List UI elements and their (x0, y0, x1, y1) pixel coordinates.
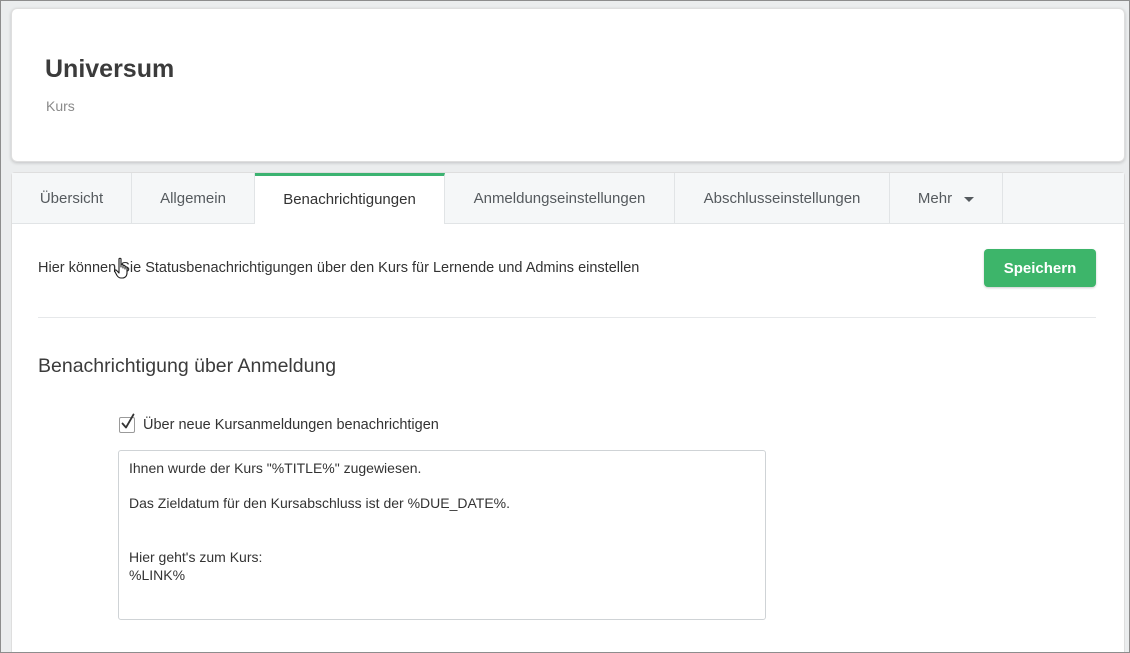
tab-anmeldungseinstellungen[interactable]: Anmeldungseinstellungen (445, 173, 675, 223)
settings-panel: Übersicht Allgemein Benachrichtigungen A… (11, 172, 1125, 652)
tab-label: Mehr (917, 189, 953, 207)
divider (38, 317, 1096, 318)
tab-mehr-dropdown[interactable]: Mehr (890, 173, 1003, 223)
tab-label: Anmeldungseinstellungen (473, 189, 646, 207)
tab-benachrichtigungen[interactable]: Benachrichtigungen (255, 173, 445, 224)
hand-pointer-cursor-icon (114, 257, 128, 279)
page-title: Universum (45, 55, 175, 83)
tab-uebersicht[interactable]: Übersicht (12, 173, 132, 223)
app-window: Universum Kurs Übersicht Allgemein Benac… (0, 0, 1130, 653)
message-line: Hier geht's zum Kurs: (129, 549, 263, 565)
message-line: %LINK% (129, 567, 186, 583)
save-button[interactable]: Speichern (984, 249, 1096, 287)
tab-label: Benachrichtigungen (283, 190, 416, 208)
tab-label: Übersicht (39, 189, 104, 207)
tab-abschlusseinstellungen[interactable]: Abschlusseinstellungen (675, 173, 890, 223)
notify-enrollment-label: Über neue Kursanmeldungen benachrichtige… (143, 417, 439, 433)
notify-enrollment-checkbox[interactable] (119, 413, 135, 433)
notify-enrollment-option[interactable]: Über neue Kursanmeldungen benachrichtige… (119, 413, 439, 433)
tab-bar: Übersicht Allgemein Benachrichtigungen A… (12, 173, 1124, 224)
notification-message-textarea[interactable]: Ihnen wurde der Kurs "%TITLE%" zugewiese… (118, 450, 766, 620)
tab-allgemein[interactable]: Allgemein (132, 173, 255, 223)
course-header-card: Universum Kurs (11, 8, 1125, 162)
message-line: Das Zieldatum für den Kursabschluss ist … (129, 495, 510, 511)
tab-label: Abschlusseinstellungen (703, 189, 861, 207)
section-heading: Benachrichtigung über Anmeldung (38, 355, 337, 377)
tab-label: Allgemein (160, 189, 226, 207)
checkmark-icon (121, 413, 135, 429)
message-line: Ihnen wurde der Kurs "%TITLE%" zugewiese… (129, 460, 422, 476)
caret-down-icon (964, 197, 975, 202)
page-subtitle: Kurs (46, 98, 75, 114)
